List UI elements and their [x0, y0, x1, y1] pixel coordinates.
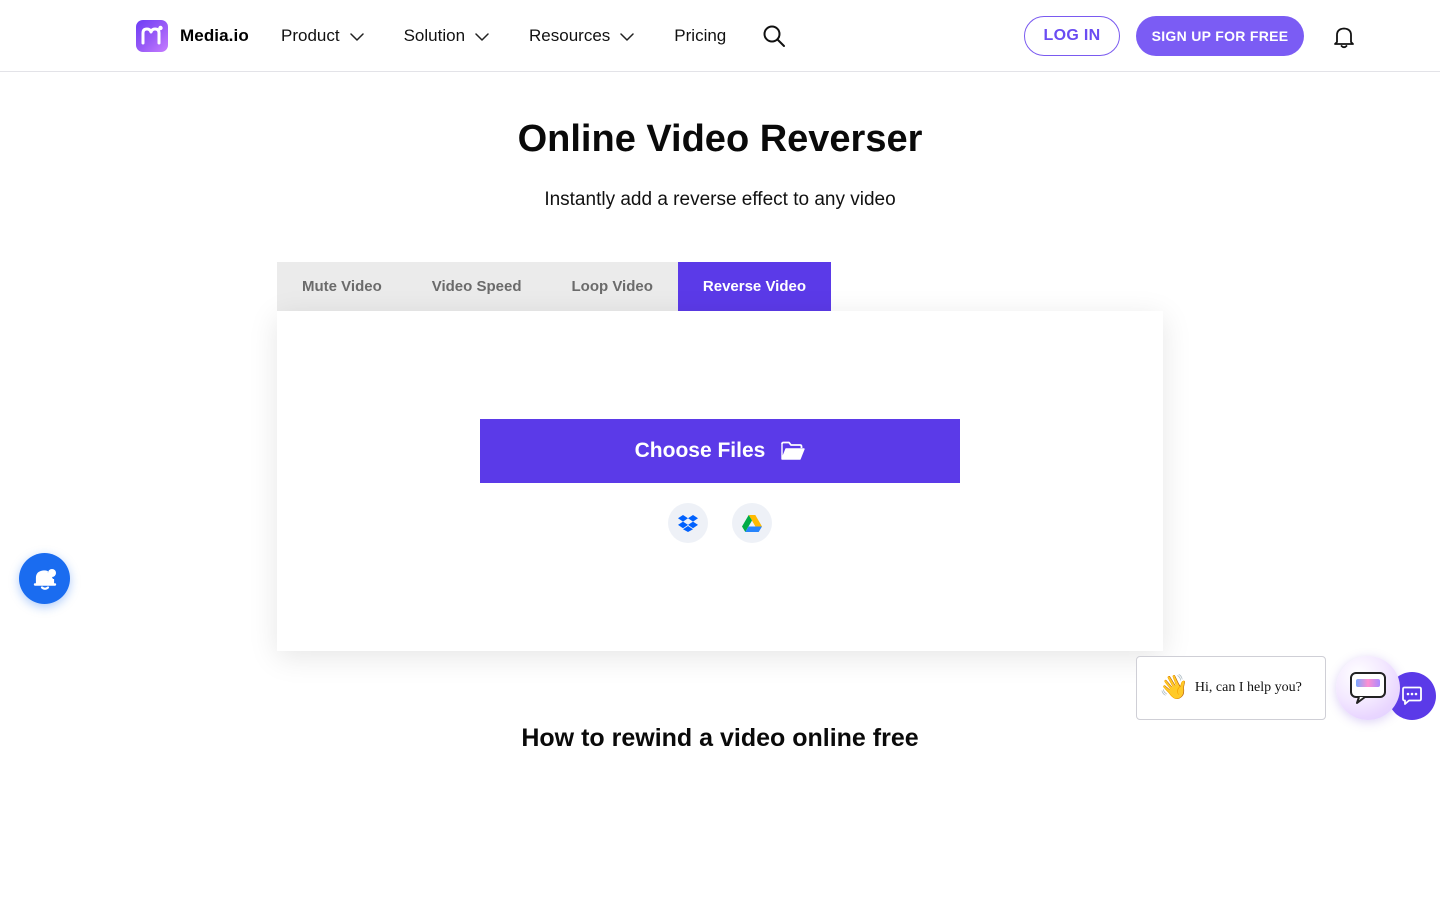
media-io-logo-icon [136, 20, 168, 52]
login-button[interactable]: LOG IN [1024, 16, 1120, 56]
choose-files-button[interactable]: Choose Files [480, 419, 960, 483]
bell-notification-icon [33, 568, 56, 590]
search-icon [763, 25, 785, 47]
brand-name: Media.io [180, 26, 249, 45]
bell-icon [1334, 27, 1354, 49]
choose-files-label: Choose Files [634, 439, 766, 462]
chat-assistant-avatar[interactable] [1336, 656, 1400, 720]
brand-logo-link[interactable]: Media.io [136, 20, 249, 52]
notifications-button[interactable] [1333, 25, 1355, 49]
search-button[interactable] [762, 24, 786, 48]
google-drive-upload-button[interactable] [732, 503, 772, 543]
main-nav: Product Solution Resources Pricing [281, 22, 766, 50]
notification-subscribe-button[interactable] [19, 553, 70, 604]
chevron-down-icon [349, 33, 364, 41]
nav-item-label: Resources [529, 26, 611, 45]
chat-greeting-text: Hi, can I help you? [1194, 680, 1302, 695]
nav-item-label: Solution [403, 26, 466, 45]
signup-button[interactable]: SIGN UP FOR FREE [1136, 16, 1304, 56]
tab-reverse-video[interactable]: Reverse Video [677, 262, 832, 311]
chevron-down-icon [475, 33, 489, 41]
dropbox-upload-button[interactable] [668, 503, 708, 543]
google-drive-icon [742, 515, 762, 532]
dropbox-icon [678, 515, 698, 532]
nav-item-product[interactable]: Product [281, 26, 364, 46]
tool-tabs: Mute Video Video Speed Loop Video Revers… [277, 262, 832, 311]
tab-loop-video[interactable]: Loop Video [547, 262, 678, 311]
how-to-heading: How to rewind a video online free [521, 724, 919, 752]
nav-item-solution[interactable]: Solution [404, 26, 489, 46]
nav-item-label: Pricing [674, 26, 727, 45]
folder-open-icon [781, 441, 806, 460]
chevron-down-icon [620, 33, 635, 41]
waving-hand-emoji: 👋 [1159, 674, 1189, 701]
chat-bot-icon [1350, 672, 1386, 704]
chat-greeting-bubble[interactable]: 👋 Hi, can I help you? [1136, 656, 1326, 720]
nav-item-pricing[interactable]: Pricing [674, 26, 726, 46]
nav-item-label: Product [281, 26, 340, 45]
chat-icon [1402, 686, 1422, 705]
tab-video-speed[interactable]: Video Speed [407, 262, 547, 311]
page-subtitle: Instantly add a reverse effect to any vi… [544, 189, 896, 210]
tab-mute-video[interactable]: Mute Video [277, 262, 407, 311]
site-header: Media.io Product Solution Resources Pric… [0, 0, 1440, 72]
upload-panel: Choose Files [277, 311, 1163, 651]
page-title: Online Video Reverser [517, 118, 923, 160]
nav-item-resources[interactable]: Resources [529, 26, 635, 46]
